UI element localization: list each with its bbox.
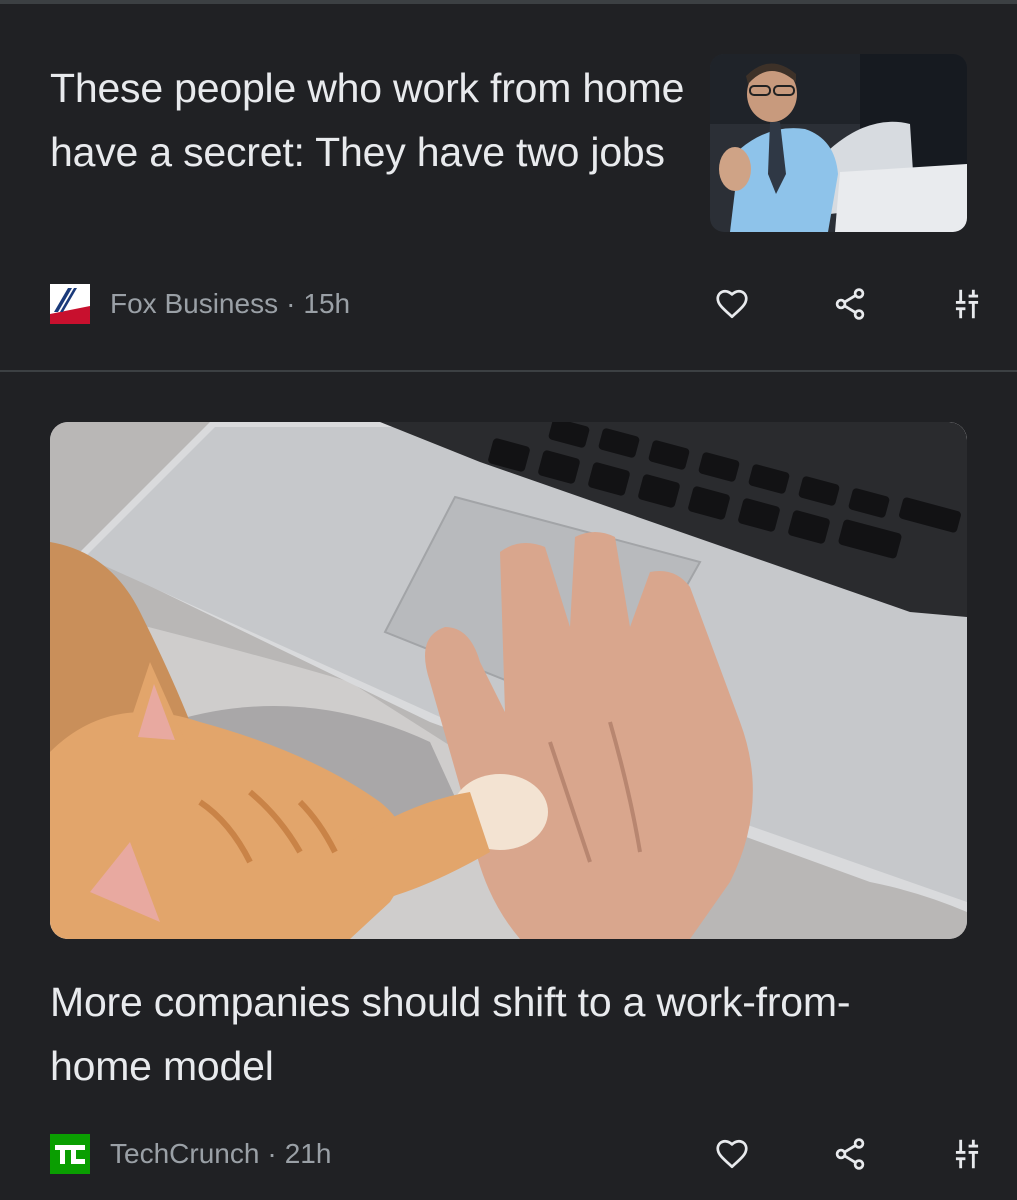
like-button[interactable] [708,280,756,328]
article-age: 21h [284,1138,332,1169]
article-meta: Fox Business · 15h [50,280,979,328]
article-thumbnail[interactable] [710,54,967,232]
share-icon [835,288,865,320]
heart-outline-icon [716,1139,748,1169]
source-name[interactable]: TechCrunch [110,1134,259,1174]
article-title[interactable]: These people who work from home have a s… [50,56,690,184]
share-icon [835,1138,865,1170]
thumbnail-image [710,54,967,232]
share-button[interactable] [826,1130,874,1178]
techcrunch-logo [50,1134,90,1174]
hero-image [50,422,967,939]
meta-separator: · [267,1138,277,1169]
article-hero-image[interactable] [50,422,967,939]
tune-button[interactable] [943,280,991,328]
fox-business-logo [50,284,90,324]
like-button[interactable] [708,1130,756,1178]
article-age: 15h [303,288,351,319]
tune-sliders-icon [955,1139,979,1169]
article-meta: TechCrunch · 21h [50,1130,979,1178]
article-title[interactable]: More companies should shift to a work-fr… [50,970,950,1098]
tune-button[interactable] [943,1130,991,1178]
source-name[interactable]: Fox Business [110,284,278,324]
divider [0,0,1017,4]
news-feed: These people who work from home have a s… [0,0,1017,1200]
divider [0,370,1017,372]
meta-separator: · [286,288,296,319]
share-button[interactable] [826,280,874,328]
heart-outline-icon [716,289,748,319]
tune-sliders-icon [955,289,979,319]
